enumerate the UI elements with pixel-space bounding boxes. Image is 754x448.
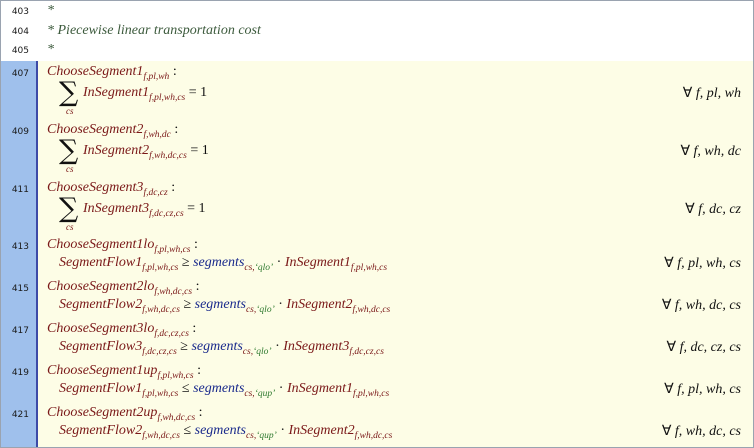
line-number: 411: [11, 185, 29, 195]
comment-line[interactable]: * Piecewise linear transportation cost: [47, 23, 261, 39]
constraint-name: ChooseSegment2upf,wh,dc,cs :: [47, 405, 203, 423]
line-number: 404: [11, 27, 29, 37]
constraint-row[interactable]: 409 ChooseSegment2f,wh,dc : ∑ cs InSegmen…: [1, 121, 753, 179]
constraint-body: InSegment1f,pl,wh,cs = 1: [83, 85, 208, 103]
line-number: 405: [11, 46, 29, 56]
comment-block: 403 * 404 * Piecewise linear transportat…: [1, 1, 753, 61]
comment-line[interactable]: *: [47, 42, 54, 58]
constraint-body: InSegment2f,wh,dc,cs = 1: [83, 143, 209, 161]
line-number: 407: [11, 69, 29, 79]
sum-symbol: ∑: [59, 135, 79, 166]
constraint-row[interactable]: 413 ChooseSegment1lof,pl,wh,cs : Segment…: [1, 237, 753, 279]
line-number: 413: [11, 242, 29, 252]
constraint-name: ChooseSegment1lof,pl,wh,cs :: [47, 237, 198, 255]
line-number: 421: [11, 410, 29, 420]
constraint-name: ChooseSegment3lof,dc,cz,cs :: [47, 321, 197, 339]
line-number: 409: [11, 127, 29, 137]
line-number: 415: [11, 284, 29, 294]
constraint-domain: ∀ f, pl, wh: [682, 86, 741, 101]
constraint-body: SegmentFlow2f,wh,dc,cs ≤ segmentscs,‘qup…: [59, 423, 393, 441]
model-editor[interactable]: 403 * 404 * Piecewise linear transportat…: [0, 0, 754, 448]
summation: ∑ cs: [59, 135, 79, 174]
constraint-domain: ∀ f, wh, dc: [680, 144, 741, 159]
constraint-row[interactable]: 419 ChooseSegment1upf,pl,wh,cs : Segment…: [1, 363, 753, 405]
comment-line[interactable]: *: [47, 3, 54, 19]
sum-symbol: ∑: [59, 193, 79, 224]
constraint-row[interactable]: 415 ChooseSegment2lof,wh,dc,cs : Segment…: [1, 279, 753, 321]
constraint-row[interactable]: 421 ChooseSegment2upf,wh,dc,cs : Segment…: [1, 405, 753, 447]
summation: ∑ cs: [59, 193, 79, 232]
constraint-row[interactable]: 407 ChooseSegment1f,pl,wh : ∑ cs InSegmen…: [1, 63, 753, 121]
constraint-name: ChooseSegment2lof,wh,dc,cs :: [47, 279, 200, 297]
line-number: 403: [11, 7, 29, 17]
constraint-row[interactable]: 411 ChooseSegment3f,dc,cz : ∑ cs InSegmen…: [1, 179, 753, 237]
line-number: 419: [11, 368, 29, 378]
constraint-domain: ∀ f, dc, cz, cs: [666, 340, 741, 355]
constraint-domain: ∀ f, wh, dc, cs: [661, 424, 741, 439]
constraint-body: SegmentFlow3f,dc,cz,cs ≥ segmentscs,‘qlo…: [59, 339, 384, 357]
constraint-body: SegmentFlow2f,wh,dc,cs ≥ segmentscs,‘qlo…: [59, 297, 391, 315]
constraint-row[interactable]: 417 ChooseSegment3lof,dc,cz,cs : Segment…: [1, 321, 753, 363]
constraint-body: InSegment3f,dc,cz,cs = 1: [83, 201, 206, 219]
line-number: 417: [11, 326, 29, 336]
constraint-name: ChooseSegment1upf,pl,wh,cs :: [47, 363, 201, 381]
constraint-body: SegmentFlow1f,pl,wh,cs ≤ segmentscs,‘qup…: [59, 381, 390, 399]
constraint-domain: ∀ f, wh, dc, cs: [661, 298, 741, 313]
constraint-domain: ∀ f, pl, wh, cs: [664, 382, 741, 397]
constraint-body: SegmentFlow1f,pl,wh,cs ≥ segmentscs,‘qlo…: [59, 255, 388, 273]
sum-symbol: ∑: [59, 77, 79, 108]
constraint-domain: ∀ f, dc, cz: [685, 202, 741, 217]
summation: ∑ cs: [59, 77, 79, 116]
constraint-domain: ∀ f, pl, wh, cs: [664, 256, 741, 271]
